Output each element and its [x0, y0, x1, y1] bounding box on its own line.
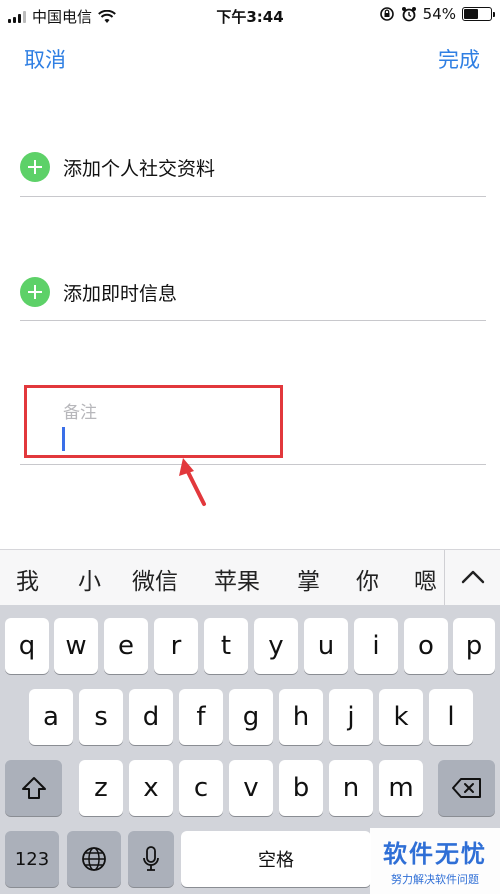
highlight-box	[24, 385, 283, 458]
key-m[interactable]: m	[379, 760, 423, 816]
key-a[interactable]: a	[29, 689, 73, 745]
candidate-word[interactable]: 我	[16, 562, 39, 596]
key-l[interactable]: l	[429, 689, 473, 745]
status-bar: 中国电信 下午3:44 54%	[0, 0, 500, 32]
shift-icon	[21, 777, 46, 799]
key-n[interactable]: n	[329, 760, 373, 816]
key-c[interactable]: c	[179, 760, 223, 816]
candidate-word[interactable]: 苹果	[214, 562, 260, 596]
candidate-word[interactable]: 你	[356, 562, 379, 596]
key-t[interactable]: t	[204, 618, 248, 674]
candidate-word[interactable]: 嗯	[414, 562, 437, 596]
watermark-subtitle: 努力解决软件问题	[391, 873, 479, 886]
candidate-word[interactable]: 微信	[132, 562, 178, 596]
watermark-logo: 软件无忧 努力解决软件问题	[370, 828, 500, 894]
space-key[interactable]: 空格	[181, 831, 371, 887]
cancel-button[interactable]: 取消	[24, 44, 66, 74]
numbers-key-label: 123	[14, 848, 50, 870]
key-d[interactable]: d	[129, 689, 173, 745]
backspace-icon	[451, 778, 481, 798]
done-button[interactable]: 完成	[438, 44, 480, 74]
divider	[20, 320, 486, 321]
add-instant-message-row[interactable]: 添加即时信息	[20, 277, 486, 307]
key-s[interactable]: s	[79, 689, 123, 745]
key-w[interactable]: w	[54, 618, 98, 674]
delete-key[interactable]	[438, 760, 495, 816]
divider	[20, 464, 486, 465]
annotation-arrow-icon	[179, 458, 206, 506]
dictation-key[interactable]	[128, 831, 174, 887]
key-f[interactable]: f	[179, 689, 223, 745]
key-v[interactable]: v	[229, 760, 273, 816]
key-e[interactable]: e	[104, 618, 148, 674]
add-social-profile-row[interactable]: 添加个人社交资料	[20, 152, 486, 182]
add-instant-message-label: 添加即时信息	[63, 282, 178, 305]
key-b[interactable]: b	[279, 760, 323, 816]
divider	[20, 196, 486, 197]
battery-fill	[464, 9, 479, 19]
key-q[interactable]: q	[5, 618, 49, 674]
numbers-key[interactable]: 123	[5, 831, 59, 887]
watermark-title: 软件无忧	[383, 840, 487, 868]
battery-icon	[462, 7, 495, 21]
key-g[interactable]: g	[229, 689, 273, 745]
candidate-divider	[444, 550, 445, 606]
battery-percent: 54%	[422, 5, 456, 23]
key-p[interactable]: p	[453, 618, 495, 674]
add-icon[interactable]	[20, 152, 50, 182]
key-u[interactable]: u	[304, 618, 348, 674]
microphone-icon	[143, 846, 159, 871]
chevron-up-icon[interactable]	[458, 562, 488, 592]
shift-key[interactable]	[5, 760, 62, 816]
key-z[interactable]: z	[79, 760, 123, 816]
key-j[interactable]: j	[329, 689, 373, 745]
key-o[interactable]: o	[404, 618, 448, 674]
globe-icon	[82, 847, 106, 871]
status-right: 54%	[379, 5, 495, 23]
candidate-word[interactable]: 掌	[297, 562, 320, 596]
space-key-label: 空格	[258, 850, 294, 871]
candidate-bar: 我 小 微信 苹果 掌 你 嗯	[0, 549, 500, 606]
globe-key[interactable]	[67, 831, 121, 887]
key-k[interactable]: k	[379, 689, 423, 745]
key-x[interactable]: x	[129, 760, 173, 816]
add-social-profile-label: 添加个人社交资料	[63, 157, 216, 180]
key-r[interactable]: r	[154, 618, 198, 674]
candidate-word[interactable]: 小	[78, 562, 101, 596]
key-i[interactable]: i	[354, 618, 398, 674]
key-y[interactable]: y	[254, 618, 298, 674]
add-icon[interactable]	[20, 277, 50, 307]
key-h[interactable]: h	[279, 689, 323, 745]
rotation-lock-icon	[379, 7, 394, 21]
alarm-icon	[401, 7, 416, 22]
